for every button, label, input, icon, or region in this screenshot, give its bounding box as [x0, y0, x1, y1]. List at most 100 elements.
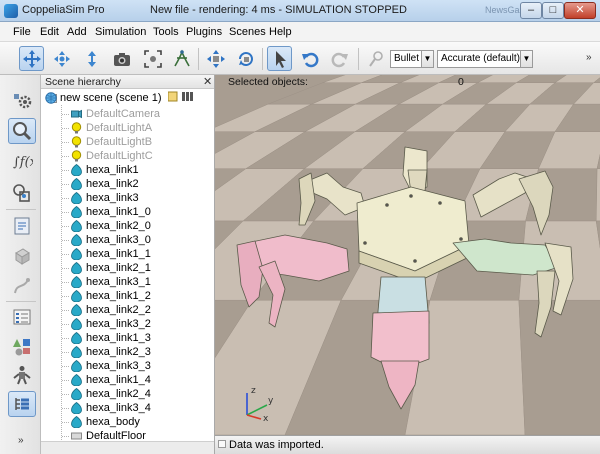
- menu-scenes[interactable]: Scenes: [229, 26, 266, 38]
- tree-item[interactable]: hexa_link1: [71, 163, 211, 177]
- scene-hierarchy-toggle-icon[interactable]: [8, 333, 36, 359]
- collections-icon[interactable]: ∫f(x): [8, 148, 36, 174]
- tree-item[interactable]: hexa_link2: [71, 177, 211, 191]
- scene-viewport[interactable]: z y x Selected objects: 0 Data was impor…: [215, 75, 600, 454]
- scene-object-properties-icon[interactable]: [8, 88, 36, 114]
- undo-icon[interactable]: [297, 46, 322, 71]
- shape-icon: [71, 332, 82, 344]
- shape-icon: [71, 234, 82, 246]
- scene-hierarchy-title: Scene hierarchy: [45, 76, 121, 88]
- tree-item[interactable]: DefaultLightA: [71, 121, 211, 135]
- tree-connector: [62, 338, 70, 339]
- scripts-icon[interactable]: [8, 180, 36, 206]
- maximize-button[interactable]: □: [542, 2, 564, 19]
- menu-tools[interactable]: Tools: [153, 26, 179, 38]
- menu-edit[interactable]: Edit: [40, 26, 59, 38]
- object-shift-icon[interactable]: [203, 46, 228, 71]
- camera-angle-icon[interactable]: [109, 46, 134, 71]
- redo-icon[interactable]: [327, 46, 352, 71]
- calculation-modules-icon[interactable]: [8, 118, 36, 144]
- tree-connector: [62, 156, 70, 157]
- tree-item[interactable]: hexa_link2_1: [71, 261, 211, 275]
- shape-icon: [71, 402, 82, 414]
- tree-item[interactable]: hexa_link3_0: [71, 233, 211, 247]
- camera-rotate-icon[interactable]: [49, 46, 74, 71]
- close-icon[interactable]: ✕: [203, 75, 212, 88]
- tree-connector: [62, 408, 70, 409]
- shape-icon: [71, 164, 82, 176]
- tree-item[interactable]: DefaultLightB: [71, 135, 211, 149]
- shape-icon: [71, 304, 82, 316]
- tree-connector: [62, 324, 70, 325]
- status-bar: Data was imported.: [215, 435, 600, 454]
- model-browser-icon[interactable]: [8, 304, 36, 330]
- camera-pan-icon[interactable]: [19, 46, 44, 71]
- menu-simulation[interactable]: Simulation: [95, 26, 146, 38]
- toolbar-more-icon[interactable]: »: [586, 52, 592, 63]
- tree-item[interactable]: hexa_link1_2: [71, 289, 211, 303]
- robot-model-icon[interactable]: [8, 362, 36, 388]
- tree-item[interactable]: hexa_link2_3: [71, 345, 211, 359]
- physics-engine-select[interactable]: Bullet ▼: [390, 50, 434, 68]
- fit-to-view-icon[interactable]: [140, 46, 165, 71]
- accuracy-select[interactable]: Accurate (default) ▼: [437, 50, 533, 68]
- shape-icon: [71, 206, 82, 218]
- click-select-icon[interactable]: [267, 46, 292, 71]
- object-rotate-icon[interactable]: [233, 46, 258, 71]
- tree-connector: [62, 352, 70, 353]
- shape-icon: [71, 290, 82, 302]
- tree-item[interactable]: hexa_link2_2: [71, 303, 211, 317]
- tree-item[interactable]: hexa_link2_4: [71, 387, 211, 401]
- shape-edition-icon[interactable]: [8, 213, 36, 239]
- tree-item-label: hexa_link2_1: [86, 262, 151, 274]
- path-edition-icon[interactable]: [8, 243, 36, 269]
- horizontal-scrollbar[interactable]: [41, 441, 214, 454]
- tree-item[interactable]: hexa_link1_3: [71, 331, 211, 345]
- manipulation-icon[interactable]: [169, 46, 194, 71]
- tree-connector: [62, 310, 70, 311]
- tree-item-label: hexa_link2_3: [86, 346, 151, 358]
- menu-file[interactable]: File: [13, 26, 31, 38]
- tree-item[interactable]: hexa_link3_1: [71, 275, 211, 289]
- tree-item[interactable]: hexa_link3_4: [71, 401, 211, 415]
- tree-item[interactable]: hexa_link1_0: [71, 205, 211, 219]
- tree-connector: [62, 226, 70, 227]
- scene-root-label: new scene (scene 1): [60, 92, 162, 104]
- hexapod-robot[interactable]: [215, 75, 600, 435]
- tree-item[interactable]: DefaultCamera: [71, 107, 211, 121]
- scene-root-icons: [167, 91, 194, 105]
- shape-icon: [71, 416, 82, 428]
- tree-connector: [62, 184, 70, 185]
- left-toolbar-more-icon[interactable]: »: [18, 435, 24, 446]
- main-toolbar: Bullet ▼ Accurate (default) ▼ »: [0, 42, 600, 75]
- layers-icon[interactable]: [8, 391, 36, 417]
- tree-item-label: hexa_link3_4: [86, 402, 151, 414]
- tree-item[interactable]: hexa_body: [71, 415, 211, 429]
- selection-icon[interactable]: [8, 273, 36, 299]
- tree-item[interactable]: hexa_link2_0: [71, 219, 211, 233]
- tree-item[interactable]: hexa_link1_4: [71, 373, 211, 387]
- tree-item-label: DefaultLightB: [86, 136, 153, 148]
- dynamics-settings-icon[interactable]: [364, 46, 389, 71]
- light-icon: [71, 136, 82, 148]
- menu-plugins[interactable]: Plugins: [186, 26, 222, 38]
- tree-item[interactable]: hexa_link1_1: [71, 247, 211, 261]
- light-icon: [71, 122, 82, 134]
- camera-shift-icon[interactable]: [79, 46, 104, 71]
- menu-add[interactable]: Add: [67, 26, 87, 38]
- window-title: New file - rendering: 4 ms - SIMULATION …: [150, 4, 407, 16]
- tree-item[interactable]: DefaultLightC: [71, 149, 211, 163]
- tree-item[interactable]: hexa_link3: [71, 191, 211, 205]
- minimize-button[interactable]: –: [520, 2, 542, 19]
- tree-item-label: hexa_link2: [86, 178, 139, 190]
- close-window-button[interactable]: ✕: [564, 2, 596, 19]
- status-bar-handle-icon[interactable]: [218, 440, 226, 448]
- scene-root-node[interactable]: – new scene (scene 1): [45, 91, 213, 105]
- menu-help[interactable]: Help: [269, 26, 292, 38]
- tree-item-label: hexa_link3_1: [86, 276, 151, 288]
- tree-item[interactable]: hexa_link3_3: [71, 359, 211, 373]
- tree-connector: [62, 380, 70, 381]
- toolbar-separator: [358, 48, 359, 70]
- tree-item-label: DefaultLightC: [86, 150, 153, 162]
- tree-item[interactable]: hexa_link3_2: [71, 317, 211, 331]
